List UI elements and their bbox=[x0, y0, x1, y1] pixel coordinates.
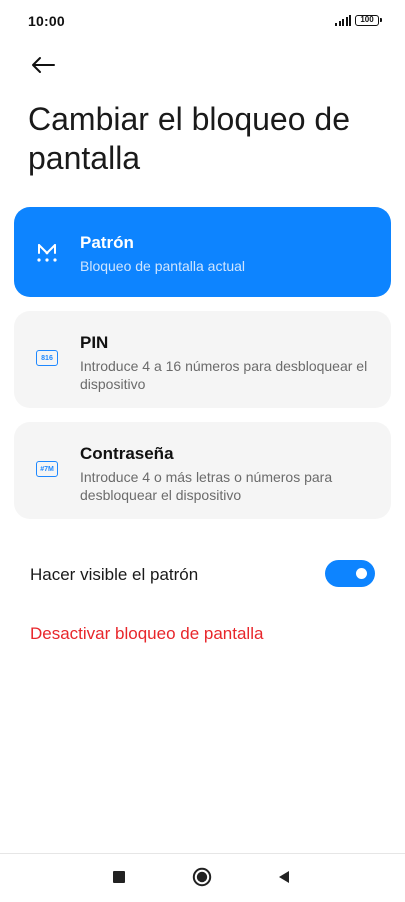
option-pattern-description: Bloqueo de pantalla actual bbox=[80, 258, 246, 274]
password-icon-text: #7M bbox=[36, 461, 58, 477]
pin-icon: 816 bbox=[36, 347, 58, 369]
option-password-description: Introduce 4 o más letras o números para … bbox=[80, 469, 333, 503]
visible-pattern-row[interactable]: Hacer visible el patrón bbox=[30, 558, 375, 590]
option-password-title: Contraseña bbox=[80, 444, 174, 463]
arrow-left-icon bbox=[32, 57, 55, 73]
recent-apps-button[interactable] bbox=[113, 871, 125, 883]
battery-icon: 100 bbox=[355, 14, 382, 26]
status-time: 10:00 bbox=[28, 13, 65, 29]
nav-back-button[interactable] bbox=[277, 870, 291, 884]
option-pattern-title: Patrón bbox=[80, 233, 134, 252]
home-button[interactable] bbox=[192, 867, 212, 887]
disable-lock-button[interactable]: Desactivar bloqueo de pantalla bbox=[30, 624, 263, 644]
option-pattern[interactable]: Patrón Bloqueo de pantalla actual bbox=[14, 207, 391, 297]
password-icon: #7M bbox=[36, 458, 58, 480]
back-button[interactable] bbox=[28, 50, 58, 80]
pin-icon-text: 816 bbox=[36, 350, 58, 366]
toggle-knob bbox=[356, 568, 367, 579]
option-password[interactable]: #7M Contraseña Introduce 4 o más letras … bbox=[14, 422, 391, 519]
pattern-icon bbox=[37, 244, 57, 262]
option-pin[interactable]: 816 PIN Introduce 4 a 16 números para de… bbox=[14, 311, 391, 408]
page-title: Cambiar el bloqueo de pantalla bbox=[28, 101, 350, 176]
signal-icon bbox=[335, 14, 351, 26]
navigation-bar bbox=[0, 854, 405, 902]
battery-level: 100 bbox=[360, 15, 374, 24]
status-icons: 100 bbox=[335, 14, 382, 26]
status-bar: 10:00 100 bbox=[0, 0, 405, 42]
option-pin-description: Introduce 4 a 16 números para desbloquea… bbox=[80, 358, 368, 392]
visible-pattern-toggle[interactable] bbox=[325, 560, 375, 587]
option-pin-title: PIN bbox=[80, 333, 109, 352]
visible-pattern-label: Hacer visible el patrón bbox=[30, 565, 199, 584]
